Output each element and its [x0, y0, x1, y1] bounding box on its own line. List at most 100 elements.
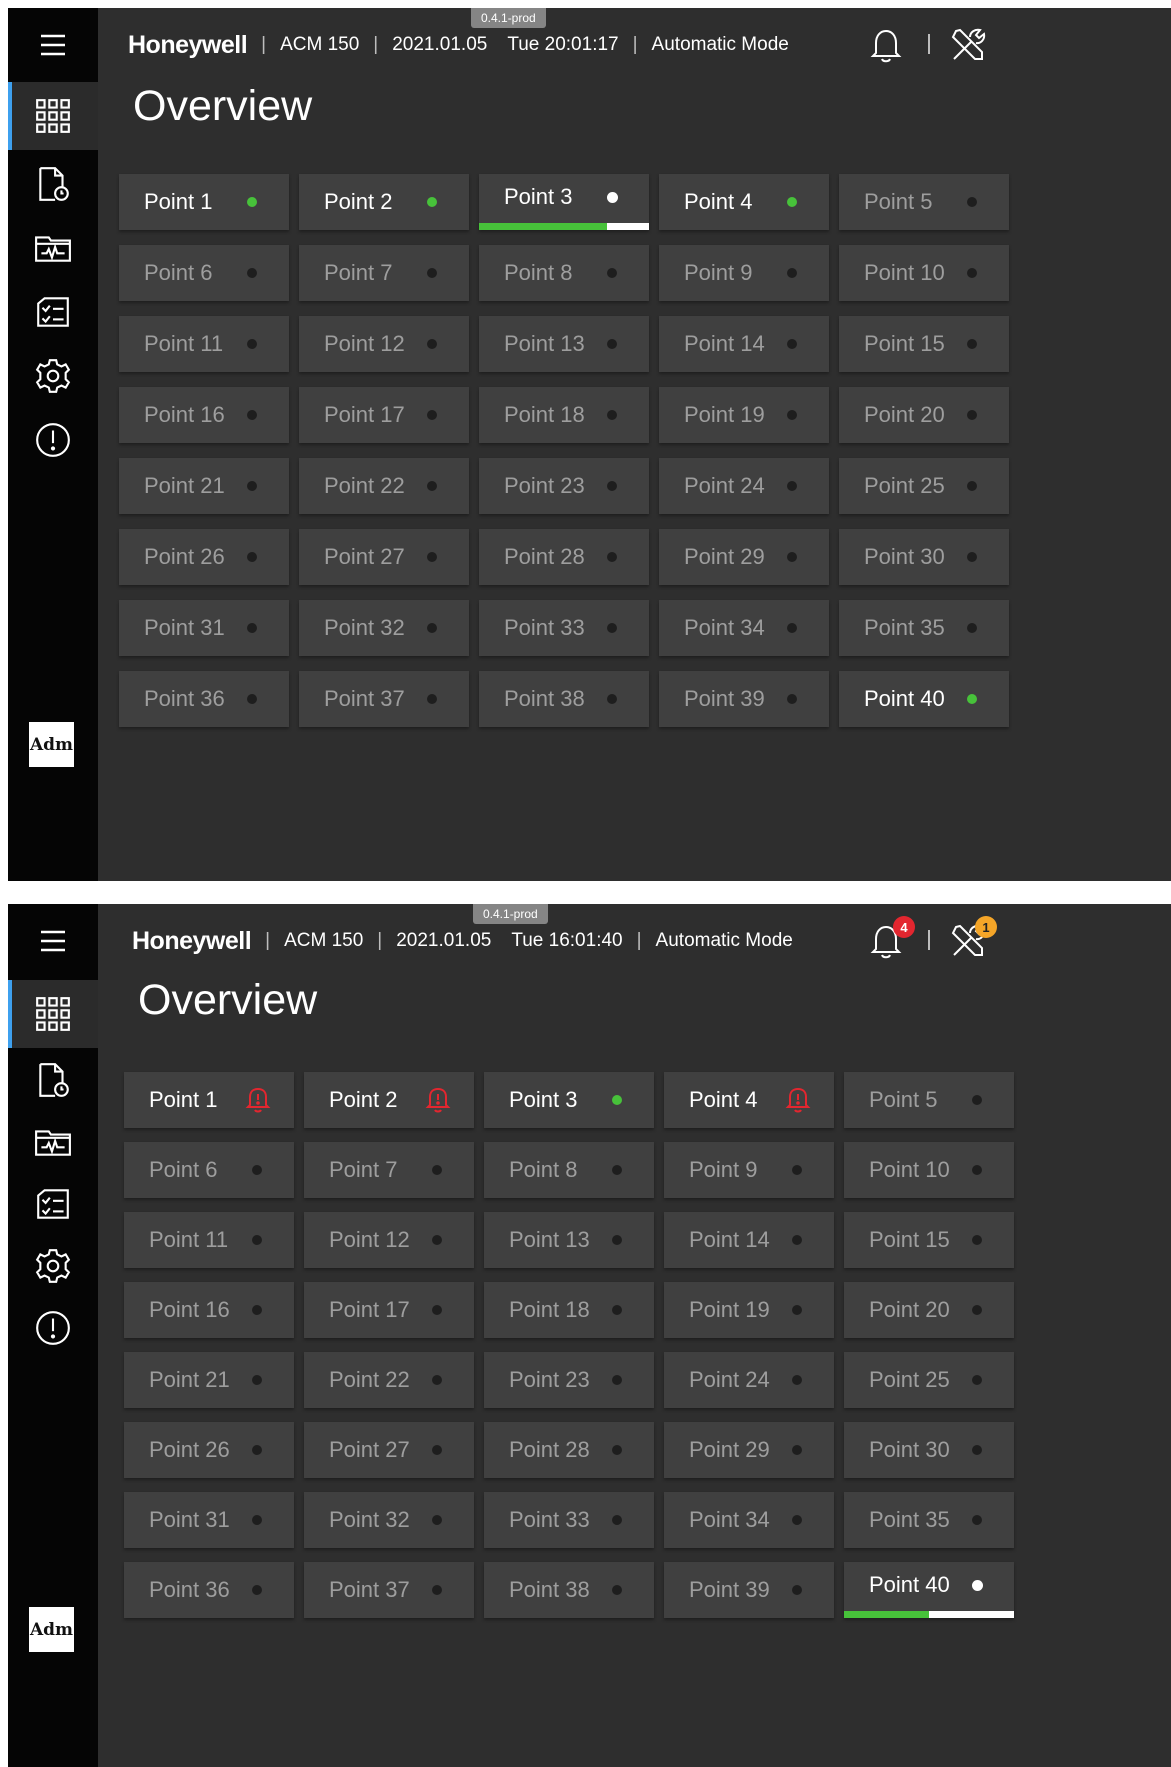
point-tile[interactable]: Point 27	[299, 529, 469, 585]
point-tile[interactable]: Point 29	[659, 529, 829, 585]
nav-reports[interactable]	[8, 1048, 98, 1112]
point-tile[interactable]: Point 37	[304, 1562, 474, 1618]
point-tile[interactable]: Point 31	[124, 1492, 294, 1548]
point-tile[interactable]: Point 1	[124, 1072, 294, 1128]
point-tile[interactable]: Point 35	[839, 600, 1009, 656]
point-tile[interactable]: Point 12	[304, 1212, 474, 1268]
point-tile[interactable]: Point 30	[844, 1422, 1014, 1478]
point-tile[interactable]: Point 39	[664, 1562, 834, 1618]
point-tile[interactable]: Point 40	[844, 1562, 1014, 1618]
menu-button[interactable]	[8, 904, 98, 978]
point-tile[interactable]: Point 12	[299, 316, 469, 372]
point-tile[interactable]: Point 14	[664, 1212, 834, 1268]
point-tile[interactable]: Point 22	[304, 1352, 474, 1408]
point-tile[interactable]: Point 3	[479, 174, 649, 230]
point-tile[interactable]: Point 31	[119, 600, 289, 656]
user-avatar[interactable]: Adm	[29, 1607, 74, 1652]
point-tile[interactable]: Point 40	[839, 671, 1009, 727]
point-tile[interactable]: Point 6	[124, 1142, 294, 1198]
point-tile[interactable]: Point 27	[304, 1422, 474, 1478]
point-tile[interactable]: Point 38	[484, 1562, 654, 1618]
point-tile[interactable]: Point 36	[124, 1562, 294, 1618]
point-tile[interactable]: Point 2	[299, 174, 469, 230]
point-tile[interactable]: Point 19	[659, 387, 829, 443]
point-tile[interactable]: Point 26	[124, 1422, 294, 1478]
point-tile[interactable]: Point 24	[664, 1352, 834, 1408]
point-tile[interactable]: Point 24	[659, 458, 829, 514]
nav-overview[interactable]	[8, 980, 98, 1048]
point-tile[interactable]: Point 5	[839, 174, 1009, 230]
point-tile[interactable]: Point 5	[844, 1072, 1014, 1128]
point-tile[interactable]: Point 33	[484, 1492, 654, 1548]
point-tile[interactable]: Point 7	[304, 1142, 474, 1198]
point-tile[interactable]: Point 13	[479, 316, 649, 372]
point-tile[interactable]: Point 18	[484, 1282, 654, 1338]
point-tile[interactable]: Point 2	[304, 1072, 474, 1128]
point-tile[interactable]: Point 15	[839, 316, 1009, 372]
point-tile[interactable]: Point 23	[479, 458, 649, 514]
point-tile[interactable]: Point 11	[119, 316, 289, 372]
nav-trends[interactable]	[8, 1110, 98, 1174]
point-tile[interactable]: Point 34	[659, 600, 829, 656]
point-tile[interactable]: Point 30	[839, 529, 1009, 585]
point-tile[interactable]: Point 10	[839, 245, 1009, 301]
nav-settings[interactable]	[8, 344, 98, 408]
point-tile[interactable]: Point 28	[484, 1422, 654, 1478]
notifications-button[interactable]: 4	[863, 916, 915, 964]
nav-overview[interactable]	[8, 82, 98, 150]
nav-checklist[interactable]	[8, 280, 98, 344]
point-tile[interactable]: Point 11	[124, 1212, 294, 1268]
user-avatar[interactable]: Adm	[29, 722, 74, 767]
point-tile[interactable]: Point 15	[844, 1212, 1014, 1268]
point-tile[interactable]: Point 4	[664, 1072, 834, 1128]
point-tile[interactable]: Point 3	[484, 1072, 654, 1128]
point-tile[interactable]: Point 21	[124, 1352, 294, 1408]
notifications-button[interactable]	[863, 22, 909, 68]
point-tile[interactable]: Point 20	[844, 1282, 1014, 1338]
point-tile[interactable]: Point 39	[659, 671, 829, 727]
menu-button[interactable]	[8, 8, 98, 82]
point-tile[interactable]: Point 38	[479, 671, 649, 727]
point-tile[interactable]: Point 14	[659, 316, 829, 372]
point-tile[interactable]: Point 28	[479, 529, 649, 585]
tools-button[interactable]: 1	[945, 916, 997, 964]
point-tile[interactable]: Point 18	[479, 387, 649, 443]
point-tile[interactable]: Point 13	[484, 1212, 654, 1268]
point-tile[interactable]: Point 7	[299, 245, 469, 301]
point-tile[interactable]: Point 6	[119, 245, 289, 301]
point-tile[interactable]: Point 10	[844, 1142, 1014, 1198]
nav-alerts[interactable]	[8, 1296, 98, 1360]
point-tile[interactable]: Point 4	[659, 174, 829, 230]
point-tile[interactable]: Point 32	[299, 600, 469, 656]
point-tile[interactable]: Point 16	[124, 1282, 294, 1338]
point-tile[interactable]: Point 1	[119, 174, 289, 230]
point-tile[interactable]: Point 25	[844, 1352, 1014, 1408]
point-tile[interactable]: Point 34	[664, 1492, 834, 1548]
point-tile[interactable]: Point 8	[479, 245, 649, 301]
point-tile[interactable]: Point 16	[119, 387, 289, 443]
point-tile[interactable]: Point 35	[844, 1492, 1014, 1548]
nav-settings[interactable]	[8, 1234, 98, 1298]
nav-alerts[interactable]	[8, 408, 98, 472]
point-tile[interactable]: Point 17	[304, 1282, 474, 1338]
point-tile[interactable]: Point 9	[659, 245, 829, 301]
point-tile[interactable]: Point 37	[299, 671, 469, 727]
point-tile[interactable]: Point 9	[664, 1142, 834, 1198]
point-tile[interactable]: Point 20	[839, 387, 1009, 443]
point-tile[interactable]: Point 26	[119, 529, 289, 585]
point-tile[interactable]: Point 33	[479, 600, 649, 656]
point-tile[interactable]: Point 36	[119, 671, 289, 727]
point-tile[interactable]: Point 25	[839, 458, 1009, 514]
point-tile[interactable]: Point 21	[119, 458, 289, 514]
point-tile[interactable]: Point 23	[484, 1352, 654, 1408]
point-tile[interactable]: Point 29	[664, 1422, 834, 1478]
point-tile[interactable]: Point 8	[484, 1142, 654, 1198]
nav-checklist[interactable]	[8, 1172, 98, 1236]
point-tile[interactable]: Point 19	[664, 1282, 834, 1338]
nav-reports[interactable]	[8, 152, 98, 216]
point-tile[interactable]: Point 32	[304, 1492, 474, 1548]
nav-trends[interactable]	[8, 216, 98, 280]
point-tile[interactable]: Point 17	[299, 387, 469, 443]
point-tile[interactable]: Point 22	[299, 458, 469, 514]
tools-button[interactable]	[945, 22, 991, 68]
